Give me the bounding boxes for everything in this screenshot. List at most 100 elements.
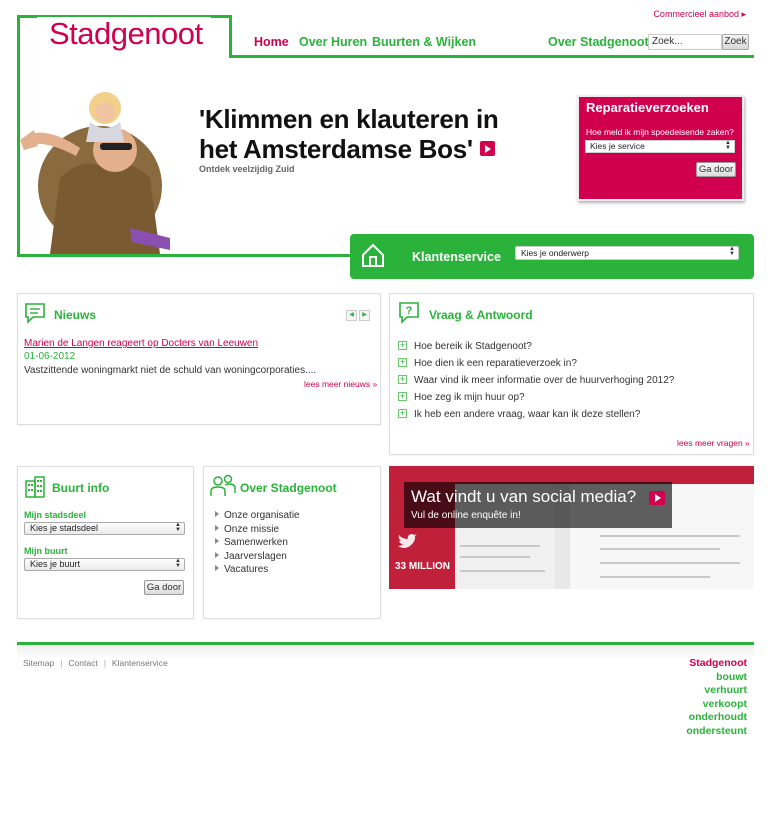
over-menu-item[interactable]: Onze missie [215,524,279,535]
frame-line [229,15,232,58]
divider: | [60,658,63,668]
nav-buurten-wijken[interactable]: Buurten & Wijken [372,35,476,49]
news-pager: ◀ ▶ [346,307,372,321]
qa-item-label: Waar vind ik meer informatie over de huu… [414,375,675,386]
reparatie-question: Hoe meld ik mijn spoedeisende zaken? [586,127,734,137]
arrow-right-icon [215,511,219,518]
footer-link-klantenservice[interactable]: Klantenservice [112,658,168,668]
search-input[interactable]: Zoek... [648,34,722,50]
over-menu-item[interactable]: Vacatures [215,564,268,575]
tagline-line: onderhoudt [688,711,747,723]
news-excerpt: Vastzittende woningmarkt niet de schuld … [24,365,317,376]
header-green-line [229,55,754,58]
buurt-submit-button[interactable]: Ga door [144,580,184,595]
arrow-right-icon [215,538,219,545]
banner-stat-text: 33 MILLION [395,561,451,572]
hero-title[interactable]: 'Klimmen en klauteren in het Amsterdamse… [199,104,519,164]
qa-item-label: Ik heb een andere vraag, waar kan ik dez… [414,409,641,420]
qa-item[interactable]: + Hoe zeg ik mijn huur op? [398,390,525,403]
select-arrows-icon: ▲ ▼ [725,140,731,151]
arrow-right-icon [215,525,219,532]
onderwerp-select[interactable]: Kies je onderwerp ▲ ▼ [515,246,739,260]
plus-icon: + [398,373,407,384]
more-news-link[interactable]: lees meer nieuws » [304,379,377,389]
svg-text:?: ? [406,305,413,317]
buurt-label: Mijn buurt [24,546,68,556]
over-menu-item[interactable]: Jaarverslagen [215,551,287,562]
plus-icon: + [398,390,407,401]
over-menu-label: Vacatures [224,564,269,575]
arrow-right-icon [215,552,219,559]
over-menu-label: Onze organisatie [224,510,300,521]
footer-links: Sitemap | Contact | Klantenservice [23,658,168,668]
select-arrows-icon: ▲ ▼ [175,558,181,569]
service-select-value: Kies je service [590,141,645,151]
next-arrow-icon[interactable]: ▶ [359,310,370,321]
reparatie-title: Reparatieverzoeken [586,100,709,115]
nav-over-stadgenoot[interactable]: Over Stadgenoot [548,35,649,49]
stadsdeel-label: Mijn stadsdeel [24,510,87,520]
hero-photo [20,92,170,254]
plus-icon: + [398,407,407,418]
qa-item-label: Hoe dien ik een reparatieverzoek in? [414,358,577,369]
banner-subtitle: Vul de online enquête in! [411,510,521,521]
over-stadgenoot-title: Over Stadgenoot [240,481,337,495]
footer-link-sitemap[interactable]: Sitemap [23,658,54,668]
onderwerp-select-value: Kies je onderwerp [521,248,590,258]
search-button[interactable]: Zoek [722,34,749,50]
speech-bubble-icon [25,303,45,324]
hero-title-text: 'Klimmen en klauteren in het Amsterdamse… [199,104,499,164]
tagline-line: verhuurt [704,684,747,696]
over-menu-item[interactable]: Samenwerken [215,537,288,548]
more-questions-link[interactable]: lees meer vragen » [677,438,750,448]
qa-title: Vraag & Antwoord [429,308,533,322]
select-arrows-icon: ▲ ▼ [729,246,735,257]
hero-subtitle: Ontdek veelzijdig Zuid [199,164,295,174]
buurt-select-value: Kies je buurt [30,559,81,569]
play-icon[interactable] [479,140,495,156]
footer-link-contact[interactable]: Contact [68,658,97,668]
banner-title[interactable]: Wat vindt u van social media? [411,487,636,507]
qa-item-label: Hoe zeg ik mijn huur op? [414,392,525,403]
people-icon [210,474,236,496]
qa-item[interactable]: + Waar vind ik meer informatie over de hu… [398,373,675,386]
qa-item-label: Hoe bereik ik Stadgenoot? [414,341,532,352]
tagline-line: bouwt [716,670,747,683]
prev-arrow-icon[interactable]: ◀ [346,310,357,321]
footer-tagline: Stadgenoot bouwt verhuurt verkoopt onder… [686,657,747,738]
news-article-link[interactable]: Marien de Langen reageert op Docters van… [24,338,258,349]
tagline-line: verkoopt [702,697,747,710]
service-select[interactable]: Kies je service ▲ ▼ [585,140,735,153]
play-icon[interactable] [649,491,665,505]
nav-home[interactable]: Home [254,35,289,49]
commercieel-aanbod-link[interactable]: Commercieel aanbod ▸ [653,9,746,20]
select-arrows-icon: ▲ ▼ [175,522,181,533]
klantenservice-label: Klantenservice [412,250,501,264]
reparatie-submit-button[interactable]: Ga door [696,162,736,177]
over-menu-label: Jaarverslagen [224,551,287,562]
qa-item[interactable]: + Hoe dien ik een reparatieverzoek in? [398,356,577,369]
logo[interactable]: Stadgenoot [37,17,211,51]
over-menu-label: Onze missie [224,524,280,535]
buurt-select[interactable]: Kies je buurt ▲ ▼ [24,558,185,571]
nav-over-huren[interactable]: Over Huren [299,35,367,49]
stadsdeel-select[interactable]: Kies je stadsdeel ▲ ▼ [24,522,185,535]
news-date: 01-06-2012 [24,351,76,362]
qa-item[interactable]: + Ik heb een andere vraag, waar kan ik de… [398,407,641,420]
buildings-icon [25,476,45,498]
buurt-info-title: Buurt info [52,481,110,495]
home-icon [362,243,384,267]
plus-icon: + [398,339,407,350]
arrow-right-icon [215,565,219,572]
qa-item[interactable]: + Hoe bereik ik Stadgenoot? [398,339,532,352]
tagline-line: ondersteunt [686,724,747,737]
divider: | [103,658,106,668]
footer-shadow [17,645,754,659]
plus-icon: + [398,356,407,367]
stadsdeel-select-value: Kies je stadsdeel [30,523,99,533]
over-menu-label: Samenwerken [224,537,288,548]
nieuws-title: Nieuws [54,308,97,322]
twitter-bird-icon [398,534,417,548]
tagline-line: Stadgenoot [689,657,747,669]
over-menu-item[interactable]: Onze organisatie [215,510,300,521]
